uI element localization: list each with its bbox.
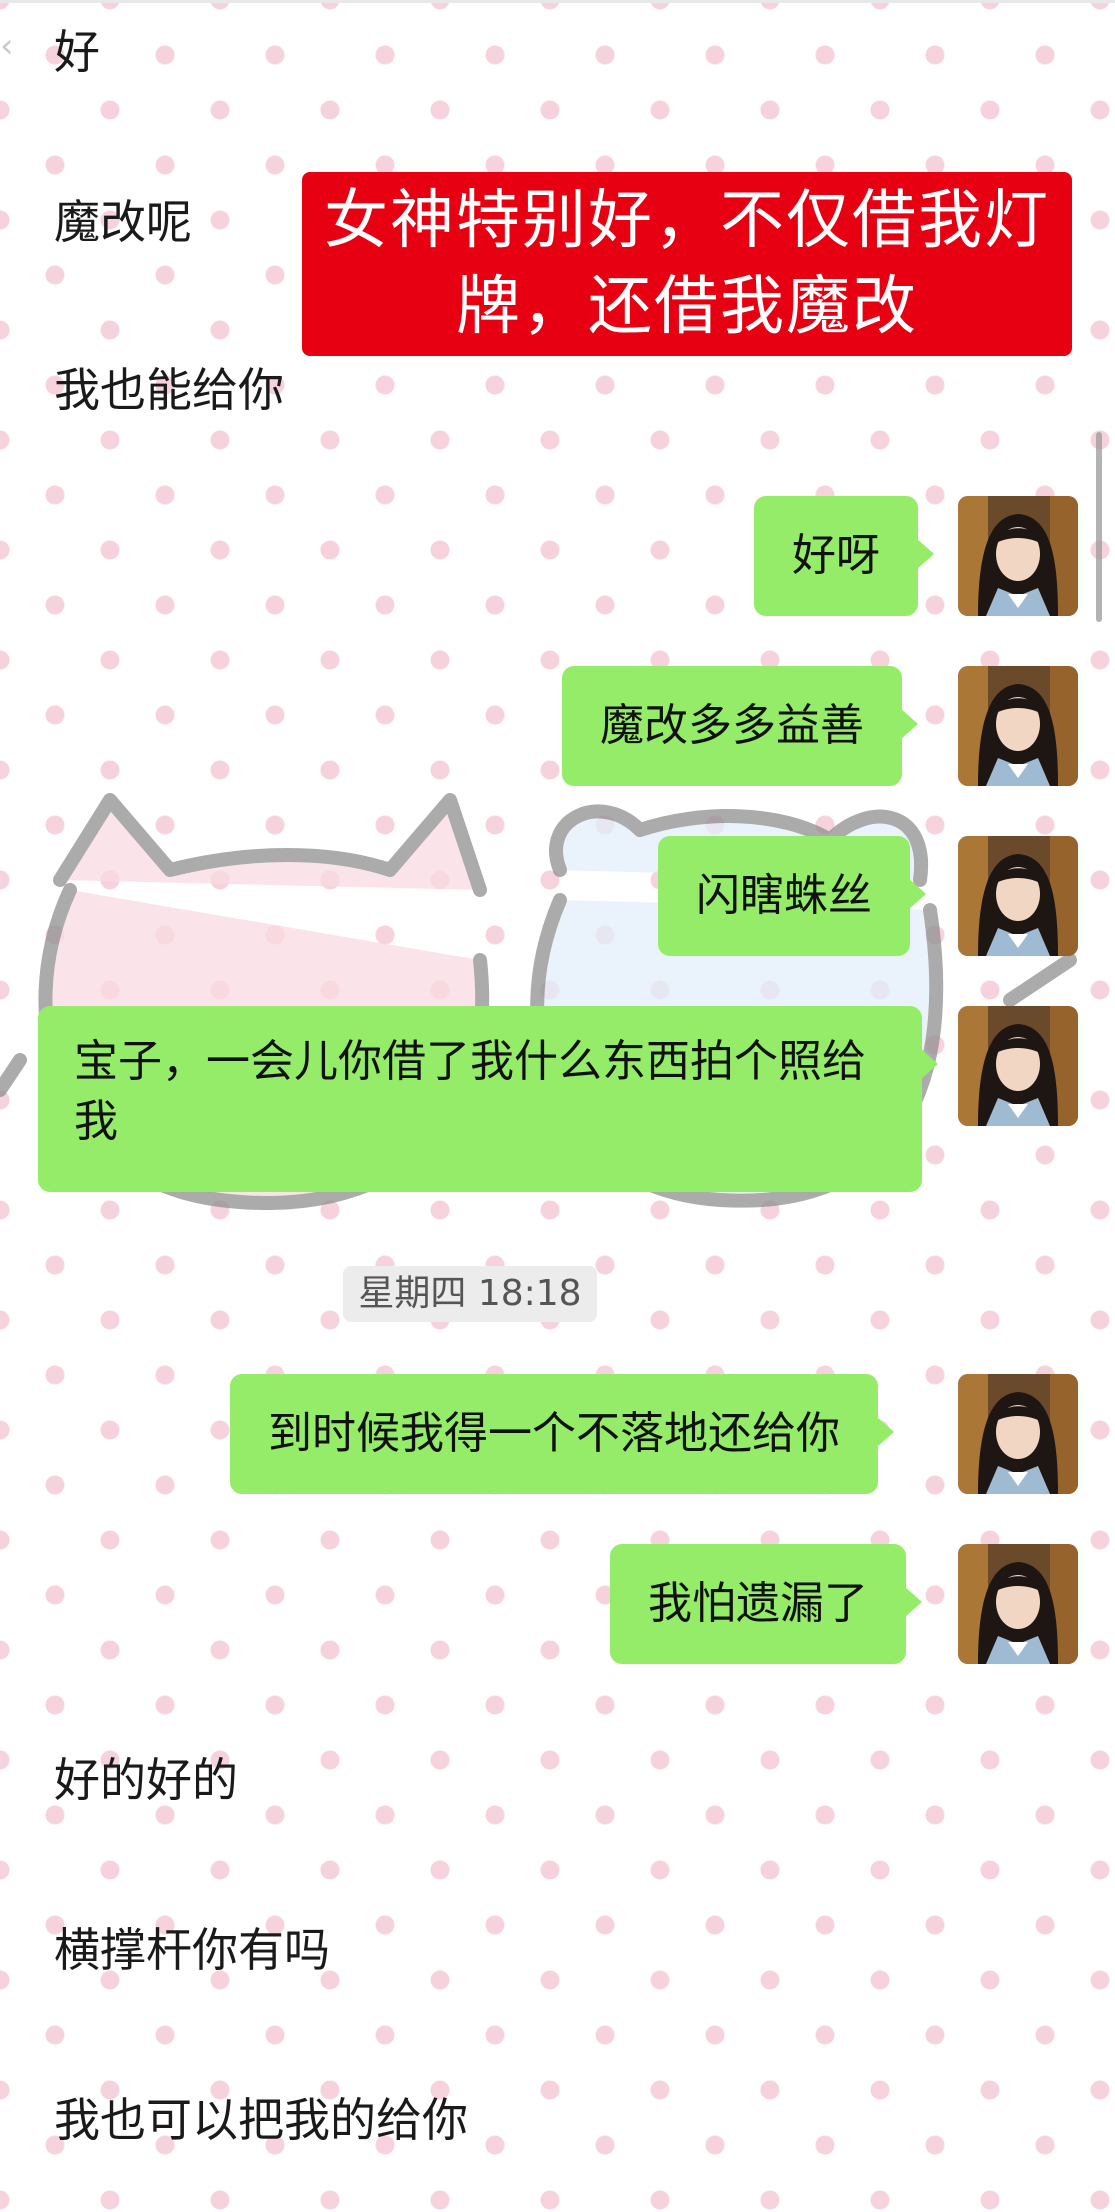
back-chevron-icon[interactable]: ‹ <box>0 26 14 66</box>
bubble-text: 宝子，一会儿你借了我什么东西拍个照给我 <box>74 1036 866 1147</box>
avatar-photo-icon <box>958 836 1078 956</box>
avatar-photo-icon <box>958 496 1078 616</box>
time-divider: 星期四 18:18 <box>343 1266 597 1322</box>
bubble-text: 魔改多多益善 <box>600 700 864 751</box>
avatar[interactable] <box>958 1544 1078 1664</box>
avatar[interactable] <box>958 836 1078 956</box>
bubble-text: 闪瞎蛛丝 <box>696 870 872 921</box>
avatar-photo-icon <box>958 1374 1078 1494</box>
sent-bubble-6[interactable]: 我怕遗漏了 <box>610 1544 922 1664</box>
sent-bubble-4[interactable]: 宝子，一会儿你借了我什么东西拍个照给我 <box>38 1006 938 1192</box>
message-ok: 好 <box>54 25 100 79</box>
bubble-text: 好呀 <box>792 530 880 581</box>
avatar[interactable] <box>958 1374 1078 1494</box>
message-give-mine: 我也可以把我的给你 <box>54 2093 468 2147</box>
red-caption-banner: 女神特别好，不仅借我灯 牌，还借我魔改 <box>302 172 1072 356</box>
sent-bubble-5[interactable]: 到时候我得一个不落地还给你 <box>230 1374 894 1494</box>
avatar-photo-icon <box>958 666 1078 786</box>
banner-line-1: 女神特别好，不仅借我灯 <box>324 184 1050 258</box>
avatar[interactable] <box>958 496 1078 616</box>
message-crossbar: 横撑杆你有吗 <box>54 1923 330 1977</box>
scrollbar[interactable] <box>1096 432 1102 622</box>
sent-bubble-1[interactable]: 好呀 <box>754 496 934 616</box>
banner-line-2: 牌，还借我魔改 <box>456 270 918 344</box>
top-edge <box>0 0 1115 3</box>
message-mogai: 魔改呢 <box>54 195 192 249</box>
message-can-give: 我也能给你 <box>54 363 284 417</box>
message-ok-ok: 好的好的 <box>54 1753 238 1807</box>
sent-bubble-2[interactable]: 魔改多多益善 <box>562 666 918 786</box>
avatar-photo-icon <box>958 1544 1078 1664</box>
avatar[interactable] <box>958 1006 1078 1126</box>
avatar[interactable] <box>958 666 1078 786</box>
bubble-text: 到时候我得一个不落地还给你 <box>268 1408 840 1459</box>
avatar-photo-icon <box>958 1006 1078 1126</box>
sent-bubble-3[interactable]: 闪瞎蛛丝 <box>658 836 926 956</box>
bubble-text: 我怕遗漏了 <box>648 1578 868 1629</box>
